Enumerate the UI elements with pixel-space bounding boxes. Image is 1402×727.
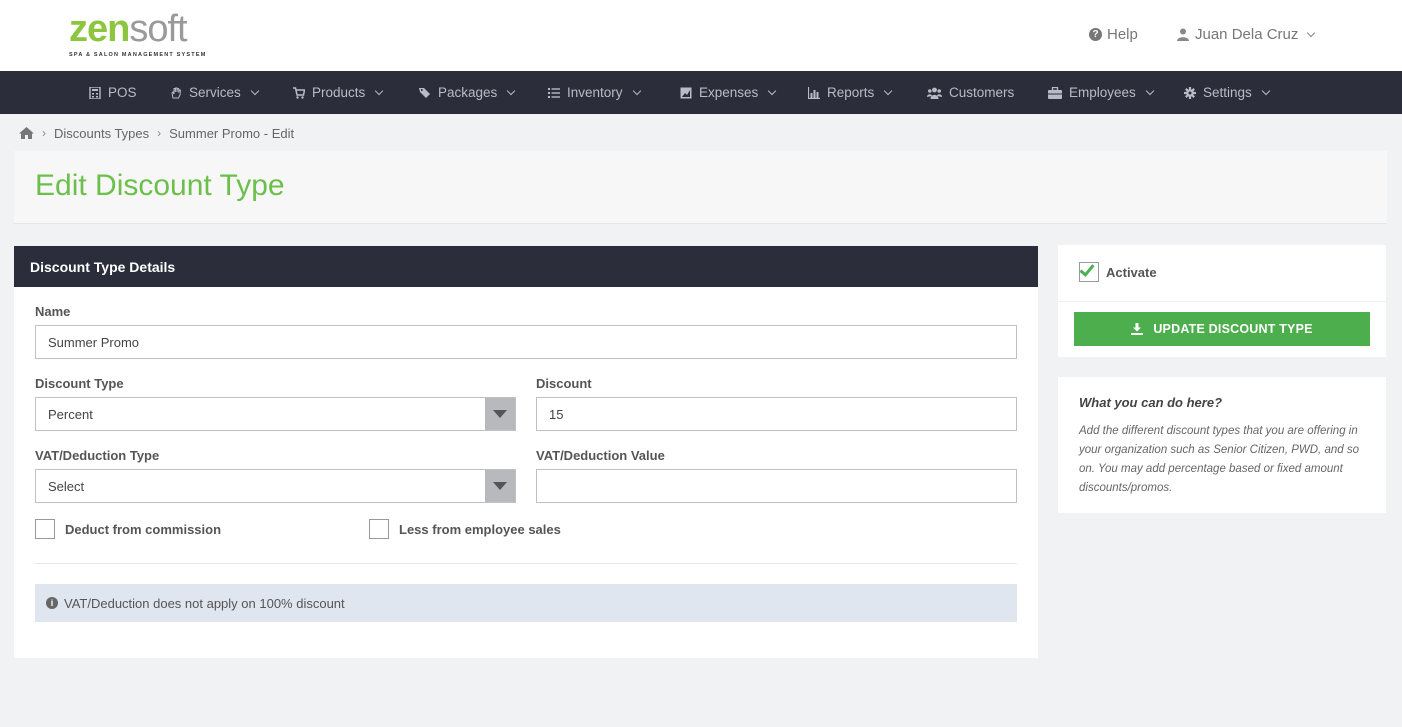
chevron-down-icon: [1261, 86, 1271, 95]
divider: [1058, 301, 1386, 302]
name-label: Name: [35, 304, 71, 319]
breadcrumb-separator: ›: [42, 126, 46, 140]
nav-label: Employees: [1069, 85, 1136, 100]
select-dropdown-button[interactable]: [485, 470, 515, 502]
name-value: Summer Promo: [48, 334, 140, 350]
calculator-icon: [89, 86, 101, 99]
caret-down-icon: [493, 482, 507, 490]
home-icon[interactable]: [19, 127, 34, 139]
vat-type-label: VAT/Deduction Type: [35, 448, 160, 463]
nav-label: Products: [312, 85, 366, 100]
logo-primary: zen: [69, 8, 130, 50]
deduct-commission-label[interactable]: Deduct from commission: [65, 522, 221, 537]
logo-secondary: soft: [129, 8, 187, 50]
question-circle-icon: ?: [1089, 28, 1102, 41]
logo-wordmark: zensoft: [69, 10, 219, 48]
deduct-commission-checkbox[interactable]: [35, 519, 55, 539]
vat-type-value: Select: [48, 478, 85, 494]
update-button-label: UPDATE DISCOUNT TYPE: [1153, 322, 1313, 336]
vat-note-text: VAT/Deduction does not apply on 100% dis…: [64, 595, 345, 611]
nav-label: Customers: [949, 85, 1015, 100]
vat-note-alert: i VAT/Deduction does not apply on 100% d…: [35, 584, 1017, 622]
user-menu[interactable]: Juan Dela Cruz: [1177, 26, 1316, 43]
nav-item-inventory[interactable]: Inventory: [548, 71, 641, 114]
chevron-down-icon: [884, 86, 893, 95]
image-icon: [680, 87, 692, 98]
chevron-down-icon: [1307, 28, 1316, 37]
chevron-down-icon: [768, 86, 777, 95]
vat-value-input[interactable]: [536, 469, 1017, 503]
chevron-down-icon: [507, 86, 516, 95]
logo-tagline: SPA & SALON MANAGEMENT SYSTEM: [69, 52, 207, 58]
discount-value: 15: [549, 406, 564, 422]
nav-item-customers[interactable]: Customers: [927, 71, 1014, 114]
user-icon: [1177, 28, 1189, 41]
name-input[interactable]: Summer Promo: [35, 325, 1017, 359]
nav-label: Reports: [827, 85, 875, 100]
vat-type-select[interactable]: Select: [35, 469, 516, 503]
list-icon: [548, 87, 560, 98]
chevron-down-icon: [250, 86, 260, 95]
discount-type-select[interactable]: Percent: [35, 397, 516, 431]
chevron-down-icon: [375, 86, 384, 95]
nav-item-settings[interactable]: Settings: [1184, 71, 1271, 114]
user-name: Juan Dela Cruz: [1195, 26, 1299, 43]
select-dropdown-button[interactable]: [485, 398, 515, 430]
caret-down-icon: [493, 410, 507, 418]
less-employee-sales-label[interactable]: Less from employee sales: [399, 522, 561, 537]
nav-label: Inventory: [567, 85, 623, 100]
activate-label[interactable]: Activate: [1106, 265, 1157, 280]
chevron-down-icon: [632, 86, 641, 95]
nav-item-packages[interactable]: Packages: [419, 71, 516, 114]
nav-label: Services: [189, 85, 241, 100]
bar-chart-icon: [808, 86, 820, 99]
discount-type-value: Percent: [48, 406, 93, 422]
top-header: zensoft SPA & SALON MANAGEMENT SYSTEM ? …: [0, 0, 1402, 71]
nav-label: POS: [108, 85, 137, 100]
hand-icon: [171, 87, 181, 98]
section-header: Discount Type Details: [14, 246, 1038, 287]
nav-label: Settings: [1203, 85, 1252, 100]
divider: [35, 563, 1017, 564]
tags-icon: [419, 87, 430, 98]
breadcrumb: › Discounts Types › Summer Promo - Edit: [19, 124, 294, 142]
breadcrumb-item-current: Summer Promo - Edit: [169, 125, 295, 141]
page-title: Edit Discount Type: [35, 169, 285, 202]
zensoft-logo[interactable]: zensoft SPA & SALON MANAGEMENT SYSTEM: [69, 10, 219, 62]
update-discount-type-button[interactable]: UPDATE DISCOUNT TYPE: [1074, 312, 1370, 346]
nav-item-services[interactable]: Services: [170, 71, 260, 114]
help-title: What you can do here?: [1079, 395, 1223, 410]
main-navbar: POS Services Products Packages Inventory…: [0, 71, 1402, 114]
gear-icon: [1184, 86, 1196, 99]
nav-item-products[interactable]: Products: [293, 71, 384, 114]
users-icon: [927, 87, 942, 99]
help-label: Help: [1107, 26, 1138, 43]
nav-label: Expenses: [699, 85, 759, 100]
breadcrumb-item-discount-types[interactable]: Discounts Types: [54, 126, 149, 141]
nav-label: Packages: [438, 85, 498, 100]
check-icon: [1079, 261, 1095, 277]
less-employee-sales-checkbox[interactable]: [369, 519, 389, 539]
breadcrumb-separator: ›: [157, 126, 162, 140]
discount-type-label: Discount Type: [35, 376, 124, 391]
discount-details-card: Discount Type Details Name Summer Promo …: [14, 246, 1038, 658]
nav-item-pos[interactable]: POS: [89, 71, 137, 114]
download-icon: [1131, 323, 1144, 335]
chevron-down-icon: [1145, 86, 1155, 95]
cart-icon: [293, 86, 305, 99]
discount-label: Discount: [536, 376, 592, 391]
page-title-panel: Edit Discount Type: [14, 151, 1387, 224]
activate-checkbox[interactable]: [1079, 261, 1099, 282]
briefcase-icon: [1048, 86, 1062, 99]
nav-item-reports[interactable]: Reports: [808, 71, 893, 114]
actions-card: Activate UPDATE DISCOUNT TYPE: [1058, 245, 1386, 357]
discount-input[interactable]: 15: [536, 397, 1017, 431]
nav-item-employees[interactable]: Employees: [1048, 71, 1155, 114]
vat-value-label: VAT/Deduction Value: [536, 448, 665, 463]
info-icon: i: [46, 597, 58, 609]
help-link[interactable]: ? Help: [1089, 26, 1138, 43]
help-text: Add the different discount types that yo…: [1079, 425, 1359, 494]
nav-item-expenses[interactable]: Expenses: [680, 71, 777, 114]
help-card: What you can do here? Add the different …: [1058, 377, 1386, 513]
